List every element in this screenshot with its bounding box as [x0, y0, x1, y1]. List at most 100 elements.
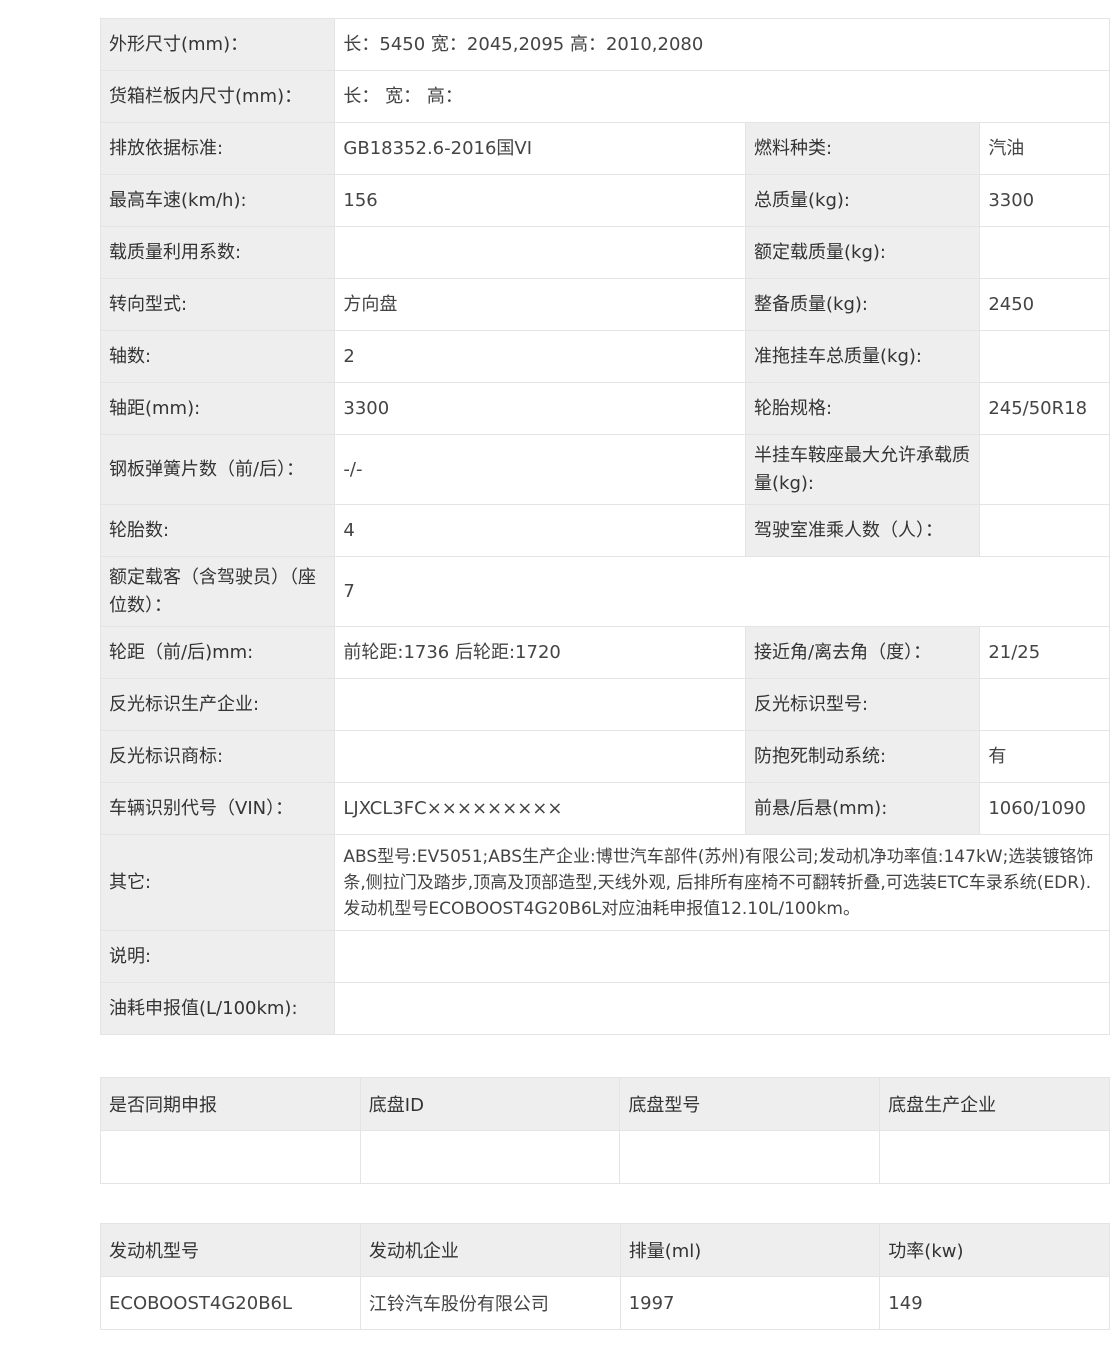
spec-value: 有: [979, 730, 1110, 783]
engine-header: 发动机型号: [100, 1223, 361, 1277]
engine-header: 功率(kw): [879, 1223, 1110, 1277]
engine-row: ECOBOOST4G20B6L 江铃汽车股份有限公司 1997 149: [100, 1276, 1110, 1330]
chassis-cell: [619, 1130, 881, 1184]
spec-row: 转向型式: 方向盘 整备质量(kg): 2450: [99, 278, 1110, 331]
chassis-header: 底盘ID: [359, 1077, 621, 1131]
chassis-header: 底盘生产企业: [879, 1077, 1110, 1131]
spec-label: 整备质量(kg):: [745, 278, 981, 331]
spec-label: 轮距（前/后)mm:: [99, 626, 336, 679]
spec-label: 最高车速(km/h):: [99, 174, 336, 227]
spec-row: 载质量利用系数: 额定载质量(kg):: [99, 226, 1110, 279]
spec-label: 燃料种类:: [745, 122, 981, 175]
spec-label: 轴数:: [99, 330, 336, 383]
spec-label: 轴距(mm):: [99, 382, 336, 435]
spec-label: 反光标识型号:: [745, 678, 981, 731]
chassis-cell: [100, 1130, 361, 1184]
spec-row-rated-passengers: 额定载客（含驾驶员）（座位数）： 7: [99, 556, 1110, 627]
spec-value: [334, 730, 747, 783]
spec-value: 前轮距:1736 后轮距:1720: [334, 626, 747, 679]
chassis-header: 是否同期申报: [100, 1077, 361, 1131]
spec-value: 汽油: [979, 122, 1110, 175]
spec-row-note: 说明:: [99, 930, 1110, 983]
spec-label: 排放依据标准:: [99, 122, 336, 175]
engine-header: 发动机企业: [359, 1223, 621, 1277]
spec-row: 反光标识生产企业: 反光标识型号:: [99, 678, 1110, 731]
spec-row: 轴数: 2 准拖挂车总质量(kg):: [99, 330, 1110, 383]
spec-label: 反光标识生产企业:: [99, 678, 336, 731]
spec-value: 4: [334, 504, 747, 557]
spec-label: 驾驶室准乘人数（人）：: [745, 504, 981, 557]
spec-value: [979, 226, 1110, 279]
fuel-value: [334, 982, 1110, 1035]
spec-row: 轮胎数: 4 驾驶室准乘人数（人）：: [99, 504, 1110, 557]
spec-label: 反光标识商标:: [99, 730, 336, 783]
spec-value: GB18352.6-2016国VI: [334, 122, 747, 175]
spec-value: [979, 434, 1110, 505]
spec-value: 3300: [979, 174, 1110, 227]
spec-label: 总质量(kg):: [745, 174, 981, 227]
engine-cell: ECOBOOST4G20B6L: [100, 1276, 361, 1330]
spec-value: 方向盘: [334, 278, 747, 331]
cargo-box-value: 长： 宽： 高：: [334, 70, 1110, 123]
spec-value: 21/25: [979, 626, 1110, 679]
spec-row-fuel: 油耗申报值(L/100km):: [99, 982, 1110, 1035]
spec-row: 最高车速(km/h): 156 总质量(kg): 3300: [99, 174, 1110, 227]
engine-cell: 149: [879, 1276, 1110, 1330]
spec-row: 轮距（前/后)mm: 前轮距:1736 后轮距:1720 接近角/离去角（度）：…: [99, 626, 1110, 679]
cargo-box-label: 货箱栏板内尺寸(mm)：: [99, 70, 336, 123]
other-label: 其它:: [99, 834, 336, 931]
spec-row-other: 其它: ABS型号:EV5051;ABS生产企业:博世汽车部件(苏州)有限公司;…: [99, 834, 1110, 931]
spec-label: 轮胎数:: [99, 504, 336, 557]
spec-value: 3300: [334, 382, 747, 435]
spec-label: 额定载质量(kg):: [745, 226, 981, 279]
engine-cell: 1997: [619, 1276, 881, 1330]
chassis-cell: [879, 1130, 1110, 1184]
engine-table: 发动机型号 发动机企业 排量(ml) 功率(kw) ECOBOOST4G20B6…: [100, 1223, 1110, 1330]
spec-value: [979, 678, 1110, 731]
engine-header: 排量(ml): [619, 1223, 881, 1277]
spec-value: 2450: [979, 278, 1110, 331]
spec-label: 防抱死制动系统:: [745, 730, 981, 783]
chassis-header: 底盘型号: [619, 1077, 881, 1131]
dimensions-value: 长：5450 宽：2045,2095 高：2010,2080: [334, 18, 1110, 71]
dimensions-label: 外形尺寸(mm)：: [99, 18, 336, 71]
spec-label: 半挂车鞍座最大允许承载质量(kg):: [745, 434, 981, 505]
spec-label: 前悬/后悬(mm):: [745, 782, 981, 835]
chassis-table: 是否同期申报 底盘ID 底盘型号 底盘生产企业: [100, 1077, 1110, 1184]
spec-value: [334, 678, 747, 731]
fuel-label: 油耗申报值(L/100km):: [99, 982, 336, 1035]
spec-value: -/-: [334, 434, 747, 505]
spec-table: 外形尺寸(mm)： 长：5450 宽：2045,2095 高：2010,2080…: [99, 18, 1110, 1035]
spec-value: 1060/1090: [979, 782, 1110, 835]
spec-label: 车辆识别代号（VIN）：: [99, 782, 336, 835]
spec-row: 反光标识商标: 防抱死制动系统: 有: [99, 730, 1110, 783]
rated-passengers-value: 7: [334, 556, 1110, 627]
spec-value: 156: [334, 174, 747, 227]
chassis-row: [100, 1130, 1110, 1184]
other-value: ABS型号:EV5051;ABS生产企业:博世汽车部件(苏州)有限公司;发动机净…: [334, 834, 1110, 931]
spec-value: [334, 226, 747, 279]
rated-passengers-label: 额定载客（含驾驶员）（座位数）：: [99, 556, 336, 627]
spec-row: 排放依据标准: GB18352.6-2016国VI 燃料种类: 汽油: [99, 122, 1110, 175]
spec-row: 轴距(mm): 3300 轮胎规格: 245/50R18: [99, 382, 1110, 435]
spec-value: LJXCL3FC×××××××××: [334, 782, 747, 835]
spec-row: 钢板弹簧片数（前/后）： -/- 半挂车鞍座最大允许承载质量(kg):: [99, 434, 1110, 505]
spec-label: 转向型式:: [99, 278, 336, 331]
spec-label: 轮胎规格:: [745, 382, 981, 435]
spec-value: [979, 330, 1110, 383]
spec-row-dimensions: 外形尺寸(mm)： 长：5450 宽：2045,2095 高：2010,2080: [99, 18, 1110, 71]
engine-header-row: 发动机型号 发动机企业 排量(ml) 功率(kw): [100, 1223, 1110, 1277]
spec-value: 245/50R18: [979, 382, 1110, 435]
spec-label: 载质量利用系数:: [99, 226, 336, 279]
spec-row: 车辆识别代号（VIN）： LJXCL3FC××××××××× 前悬/后悬(mm)…: [99, 782, 1110, 835]
engine-cell: 江铃汽车股份有限公司: [359, 1276, 621, 1330]
spec-label: 准拖挂车总质量(kg):: [745, 330, 981, 383]
chassis-header-row: 是否同期申报 底盘ID 底盘型号 底盘生产企业: [100, 1077, 1110, 1131]
spec-value: 2: [334, 330, 747, 383]
note-value: [334, 930, 1110, 983]
note-label: 说明:: [99, 930, 336, 983]
chassis-cell: [359, 1130, 621, 1184]
spec-row-cargo-box: 货箱栏板内尺寸(mm)： 长： 宽： 高：: [99, 70, 1110, 123]
spec-label: 接近角/离去角（度）：: [745, 626, 981, 679]
spec-value: [979, 504, 1110, 557]
